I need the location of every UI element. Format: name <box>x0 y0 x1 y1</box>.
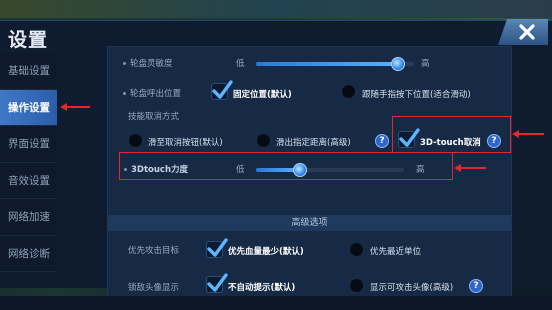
slide-distance-option-label: 滑出指定距离(高级) <box>276 138 351 148</box>
no-auto-hint-checkbox[interactable] <box>206 273 228 293</box>
game-bottom-strip <box>0 296 552 310</box>
annotation-box <box>119 152 453 180</box>
advanced-options-header: 高级选项 <box>108 215 511 231</box>
annotation-box <box>392 116 511 153</box>
attack-priority-label: 优先攻击目标 <box>128 246 180 256</box>
wheel-sensitivity-label: 轮盘灵敏度 <box>130 59 173 69</box>
lowest-hp-checkbox[interactable] <box>206 238 228 258</box>
bullet-dot <box>123 92 126 95</box>
show-attackable-avatar-option-label: 显示可攻击头像(高级) <box>370 283 454 293</box>
tab-label: 音效设置 <box>8 174 50 187</box>
annotation-arrow <box>454 164 486 172</box>
help-icon[interactable]: ? <box>469 279 483 293</box>
slider-knob[interactable] <box>391 57 406 71</box>
close-icon <box>519 24 535 40</box>
slide-to-cancel-option-label: 滑至取消按钮(默认) <box>148 138 223 148</box>
sidebar: 基础设置 操作设置 界面设置 音效设置 网络加速 网络诊断 <box>0 53 57 272</box>
tab-control-settings[interactable]: 操作设置 <box>0 89 57 126</box>
tab-label: 基础设置 <box>8 65 50 78</box>
tab-sound-settings[interactable]: 音效设置 <box>0 162 57 199</box>
annotation-arrow <box>60 103 90 111</box>
tab-network-diagnosis[interactable]: 网络诊断 <box>0 235 57 272</box>
nearest-unit-radio[interactable] <box>349 242 364 257</box>
tab-basic-settings[interactable]: 基础设置 <box>0 53 57 90</box>
lowest-hp-option-label: 优先血量最少(默认) <box>228 247 304 257</box>
slider-low-label: 低 <box>236 59 245 69</box>
nearest-unit-option-label: 优先最近单位 <box>370 247 422 257</box>
checkmark-icon <box>212 80 233 99</box>
slider-fill <box>256 62 399 66</box>
follow-finger-option-label: 跟随手指按下位置(适合滑动) <box>362 90 471 100</box>
game-hud-strip <box>0 0 552 18</box>
slider-high-label: 高 <box>421 59 430 69</box>
page-title: 设置 <box>8 29 49 51</box>
tab-interface-settings[interactable]: 界面设置 <box>0 126 57 163</box>
checkmark-icon <box>207 238 228 257</box>
slide-to-cancel-radio[interactable] <box>128 133 143 148</box>
close-button[interactable] <box>498 19 548 45</box>
tab-label: 网络诊断 <box>8 247 50 260</box>
help-icon[interactable]: ? <box>375 134 389 148</box>
annotation-arrow <box>512 130 544 138</box>
wheel-position-label: 轮盘呼出位置 <box>130 89 182 99</box>
skill-cancel-label: 技能取消方式 <box>128 112 180 122</box>
tab-label: 网络加速 <box>8 211 50 224</box>
tab-label: 界面设置 <box>8 138 50 151</box>
slide-distance-radio[interactable] <box>256 133 271 148</box>
wheel-sensitivity-slider[interactable] <box>256 57 414 71</box>
no-auto-hint-option-label: 不自动提示(默认) <box>228 283 296 293</box>
tab-label: 操作设置 <box>8 101 50 114</box>
checkmark-icon <box>207 273 228 292</box>
show-attackable-avatar-radio[interactable] <box>349 278 364 293</box>
fixed-position-checkbox[interactable] <box>211 80 233 100</box>
lock-avatar-label: 锁敌头像显示 <box>128 283 180 293</box>
bullet-dot <box>123 62 126 65</box>
follow-finger-radio[interactable] <box>341 84 356 99</box>
fixed-position-option-label: 固定位置(默认) <box>233 90 292 100</box>
tab-network-boost[interactable]: 网络加速 <box>0 199 57 236</box>
